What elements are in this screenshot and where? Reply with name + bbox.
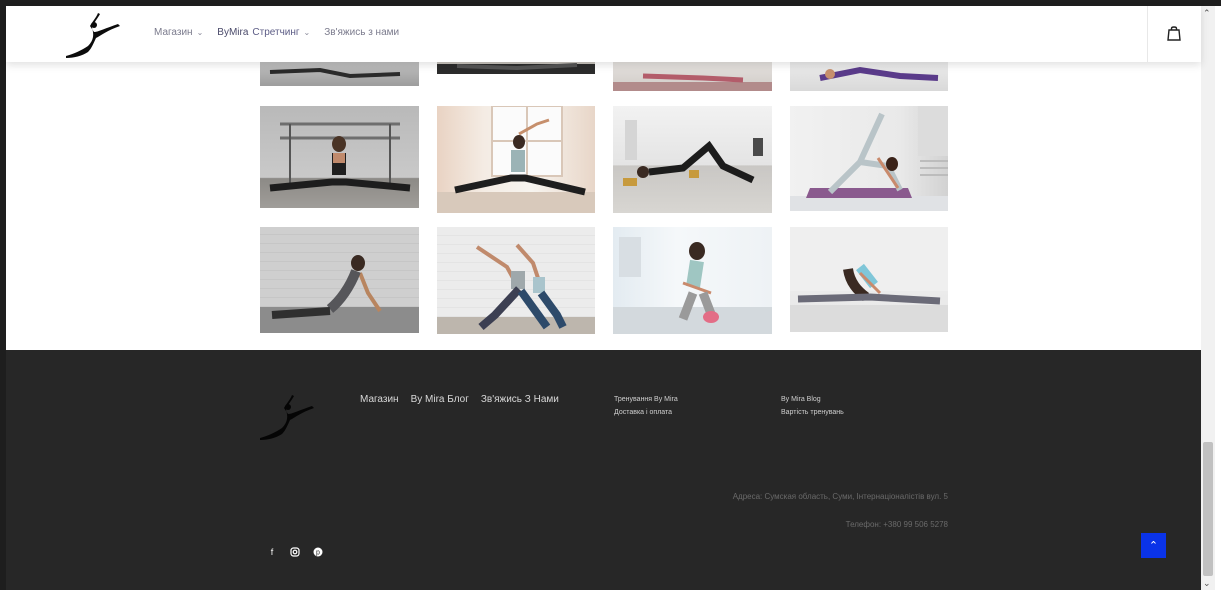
floor-stretch-blocks-photo[interactable] bbox=[613, 106, 772, 213]
nav-bymira-stretching[interactable]: ByMira Стретчинг ⌄ bbox=[217, 27, 310, 38]
side-plank-mat-photo[interactable] bbox=[790, 106, 948, 211]
nav-shop-label: Магазин bbox=[154, 27, 193, 38]
barre-split-photo[interactable] bbox=[260, 106, 419, 208]
seated-forward-fold-photo[interactable] bbox=[613, 227, 772, 334]
nav-contact-label: Зв'яжись з нами bbox=[324, 27, 400, 38]
nav-contact[interactable]: Зв'яжись з нами bbox=[324, 27, 399, 38]
scroll-down-arrow[interactable]: ⌄ bbox=[1203, 578, 1211, 589]
nav-stretching-label: Стретчинг bbox=[252, 27, 300, 38]
pinterest-icon[interactable]: p bbox=[312, 546, 324, 558]
social-links: f p bbox=[266, 546, 324, 558]
footer-column-2: By Mira Blog Вартість тренувань bbox=[781, 393, 844, 419]
partner-yoga-photo[interactable] bbox=[437, 227, 595, 334]
nav-shop[interactable]: Магазин ⌄ bbox=[154, 27, 203, 38]
footer-link-delivery[interactable]: Доставка і оплата bbox=[614, 406, 678, 419]
footer-link-mira-blog[interactable]: By Mira Blog bbox=[781, 393, 844, 406]
footer-address: Адреса: Сумская область, Суми, Інтернаці… bbox=[732, 492, 948, 501]
footer-link-contact[interactable]: Зв'яжись З Нами bbox=[481, 394, 559, 405]
window-split-photo[interactable] bbox=[437, 106, 595, 213]
chevron-up-icon: ⌃ bbox=[1148, 540, 1159, 552]
facebook-icon[interactable]: f bbox=[266, 546, 278, 558]
dancer-logo-footer[interactable] bbox=[258, 392, 324, 442]
footer-phone: Телефон: +380 99 506 5278 bbox=[845, 520, 948, 529]
nav-brand-label: ByMira bbox=[217, 27, 249, 38]
header-divider bbox=[1147, 6, 1148, 62]
shopping-bag-icon[interactable] bbox=[1166, 24, 1182, 42]
site-footer: Магазин By Mira Блог Зв'яжись З Нами Тре… bbox=[6, 350, 1201, 590]
footer-link-trainings[interactable]: Тренування By Mira bbox=[614, 393, 678, 406]
site-header: Магазин ⌄ ByMira Стретчинг ⌄ Зв'яжись з … bbox=[6, 6, 1201, 62]
scroll-up-arrow[interactable]: ⌃ bbox=[1203, 8, 1211, 19]
footer-link-blog[interactable]: By Mira Блог bbox=[411, 394, 469, 405]
scrollbar-thumb[interactable] bbox=[1203, 442, 1213, 576]
cobra-pose-brick-photo[interactable] bbox=[260, 227, 419, 333]
chevron-down-icon: ⌄ bbox=[196, 28, 204, 37]
footer-link-shop[interactable]: Магазин bbox=[360, 394, 399, 405]
instagram-icon[interactable] bbox=[289, 546, 301, 558]
footer-menu: Магазин By Mira Блог Зв'яжись З Нами bbox=[360, 394, 559, 405]
back-to-top-button[interactable]: ⌃ bbox=[1141, 533, 1166, 558]
chevron-down-icon: ⌄ bbox=[303, 28, 311, 37]
side-split-bend-photo[interactable] bbox=[790, 227, 948, 332]
dancer-logo[interactable] bbox=[64, 10, 130, 60]
footer-link-prices[interactable]: Вартість тренувань bbox=[781, 406, 844, 419]
svg-text:p: p bbox=[316, 550, 320, 557]
main-nav: Магазин ⌄ ByMira Стретчинг ⌄ Зв'яжись з … bbox=[154, 27, 399, 38]
footer-column-1: Тренування By Mira Доставка і оплата bbox=[614, 393, 678, 419]
